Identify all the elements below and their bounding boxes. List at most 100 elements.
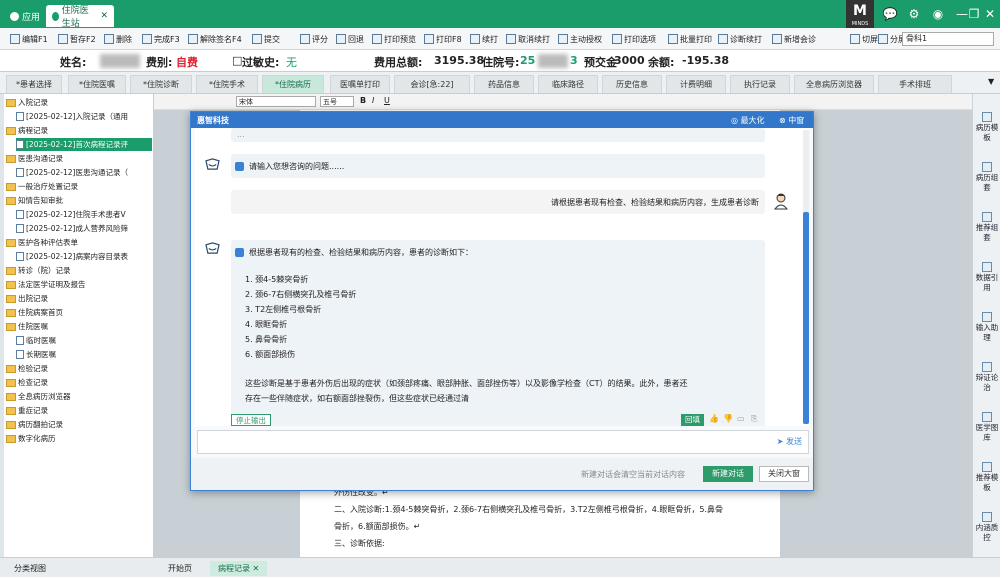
allergy-check[interactable]: □ [232,54,242,67]
toolbar-item[interactable]: 诊断续打 [718,32,762,46]
toolbar-item[interactable]: 取消续打 [506,32,550,46]
tree-folder[interactable]: 住院病案首页 [6,306,152,319]
tree-folder[interactable]: 数字化病历 [6,432,152,445]
toolbar-item[interactable]: 切屏 [850,32,878,46]
close-big-window-button[interactable]: 关闭大窗 [759,466,809,482]
toolbar-item[interactable]: 主动授权 [558,32,602,46]
toolbar-item[interactable]: 暂存F2 [58,32,96,46]
sidebar-tool[interactable]: 病历组套 [975,162,999,193]
toolbar-item[interactable]: 完成F3 [142,32,180,46]
tree-folder[interactable]: 法定医学证明及报告 [6,278,152,291]
tab-item[interactable]: 全息病历浏览器 [794,75,874,93]
tree-folder[interactable]: 全息病历浏览器 [6,390,152,403]
underline-icon[interactable]: U [384,96,390,105]
status-progress-note[interactable]: 病程记录 ✕ [210,561,268,576]
tab-item[interactable]: 历史信息 [602,75,662,93]
tab-item[interactable]: *患者选择 [6,75,62,93]
toolbar-item[interactable]: 打印预览 [372,32,416,46]
bell-icon[interactable]: ⚙ [906,6,922,22]
comment-icon[interactable]: ▭ [737,414,745,423]
font-select[interactable]: 宋体 [236,96,316,107]
font-size-select[interactable]: 五号 [320,96,354,107]
tab-item[interactable]: 执行记录 [730,75,790,93]
tree-document[interactable]: 临时医嘱 [16,334,152,347]
tab-item[interactable]: *住院病历 [262,75,324,93]
tree-folder[interactable]: 住院医嘱 [6,320,152,333]
tab-close-icon[interactable]: ✕ [100,11,108,21]
center-window-button[interactable]: ⊗ 中窗 [779,115,804,126]
toolbar-item[interactable]: 续打 [470,32,498,46]
sidebar-tool[interactable]: 数据引用 [975,262,999,293]
tree-document[interactable]: [2025-02-12]首次病程记录评 [16,138,152,151]
toolbar-item[interactable]: 解除签名F4 [188,32,242,46]
tree-document[interactable]: [2025-02-12]病案内容目录表 [16,250,152,263]
toolbar-item[interactable]: 打印F8 [424,32,462,46]
tree-folder[interactable]: 检验记录 [6,362,152,375]
bold-icon[interactable]: B [360,96,366,105]
sidebar-tool[interactable]: 输入助理 [975,312,999,343]
tree-folder[interactable]: 知情告知审批 [6,194,152,207]
thumbs-up-icon[interactable]: 👍 [709,414,719,423]
tab-item[interactable]: 医嘱单打印 [330,75,390,93]
sidebar-tool[interactable]: 病历模板 [975,112,999,143]
tree-folder[interactable]: 一般治疗处置记录 [6,180,152,193]
copy-icon[interactable]: ⎘ [751,414,757,424]
maximize-button[interactable]: ◎ 最大化 [731,115,765,126]
toolbar-item[interactable]: 新增会诊 [772,32,816,46]
tab-item[interactable]: *住院诊断 [130,75,192,93]
send-button[interactable]: ➤ 发送 [777,436,802,447]
restore-icon[interactable]: ❐ [966,6,982,22]
sidebar-tool[interactable]: 推荐模板 [975,462,999,493]
tree-folder[interactable]: 检查记录 [6,376,152,389]
chat-input[interactable]: ➤ 发送 [197,430,809,454]
folder-icon [6,406,16,415]
sidebar-tool[interactable]: 辩证论治 [975,362,999,393]
toolbar-item[interactable]: 删除 [104,32,132,46]
dept-select[interactable]: 骨科1 [902,32,994,46]
chat-icon[interactable]: 💬 [882,6,898,22]
chat-scrollbar-thumb[interactable] [803,212,809,424]
close-icon[interactable]: ✕ [982,6,998,22]
tree-folder[interactable]: 入院记录 [6,96,152,109]
tree-document[interactable]: [2025-02-12]成人营养风险筛 [16,222,152,235]
tree-document[interactable]: [2025-02-12]住院手术患者V [16,208,152,221]
status-classify-view[interactable]: 分类视图 [6,561,54,576]
tree-folder[interactable]: 病程记录 [6,124,152,137]
toolbar-item[interactable]: 提交 [252,32,280,46]
tab-item[interactable]: 手术排班 [878,75,952,93]
tree-document[interactable]: [2025-02-12]入院记录（通用 [16,110,152,123]
toolbar-item[interactable]: 回退 [336,32,364,46]
tree-folder[interactable]: 重症记录 [6,404,152,417]
status-start-page[interactable]: 开始页 [160,561,200,576]
tree-folder[interactable]: 医患沟通记录 [6,152,152,165]
sidebar-tool[interactable]: 内涵质控 [975,512,999,543]
chat-scrollbar[interactable] [803,130,809,424]
tab-item[interactable]: 计费明细 [666,75,726,93]
toolbar-item[interactable]: 评分 [300,32,328,46]
toolbar-item[interactable]: 批量打印 [668,32,712,46]
toolbar-item[interactable]: 编辑F1 [10,32,48,46]
user-icon[interactable]: ◉ [930,6,946,22]
tab-item[interactable]: *住院医嘱 [68,75,126,93]
tab-app[interactable]: 应用 [4,5,46,27]
sidebar-tool[interactable]: 推荐组套 [975,212,999,243]
tab-item[interactable]: *住院手术 [196,75,258,93]
tabs-more-icon[interactable]: ▼ [988,77,994,86]
tab-item[interactable]: 临床路径 [538,75,598,93]
tree-folder[interactable]: 医护各种评估表单 [6,236,152,249]
stop-output-button[interactable]: 停止输出 [231,414,271,426]
tab-item[interactable]: 会诊[急:22][普:1274] [394,75,470,107]
italic-icon[interactable]: I [372,96,374,105]
new-chat-button[interactable]: 新建对话 [703,466,753,482]
tree-folder[interactable]: 病历翻拍记录 [6,418,152,431]
sidebar-tool[interactable]: 医学图库 [975,412,999,443]
tab-inpatient-doctor[interactable]: 住院医生站 ✕ [46,5,114,29]
tree-document[interactable]: 长期医嘱 [16,348,152,361]
toolbar-item[interactable]: 打印选项 [612,32,656,46]
tree-folder[interactable]: 出院记录 [6,292,152,305]
tree-document[interactable]: [2025-02-12]医患沟通记录（ [16,166,152,179]
tab-item[interactable]: 药品信息 [474,75,534,93]
thumbs-down-icon[interactable]: 👎 [723,414,733,423]
backfill-button[interactable]: 回填 [681,414,704,426]
tree-folder[interactable]: 转诊（院）记录 [6,264,152,277]
